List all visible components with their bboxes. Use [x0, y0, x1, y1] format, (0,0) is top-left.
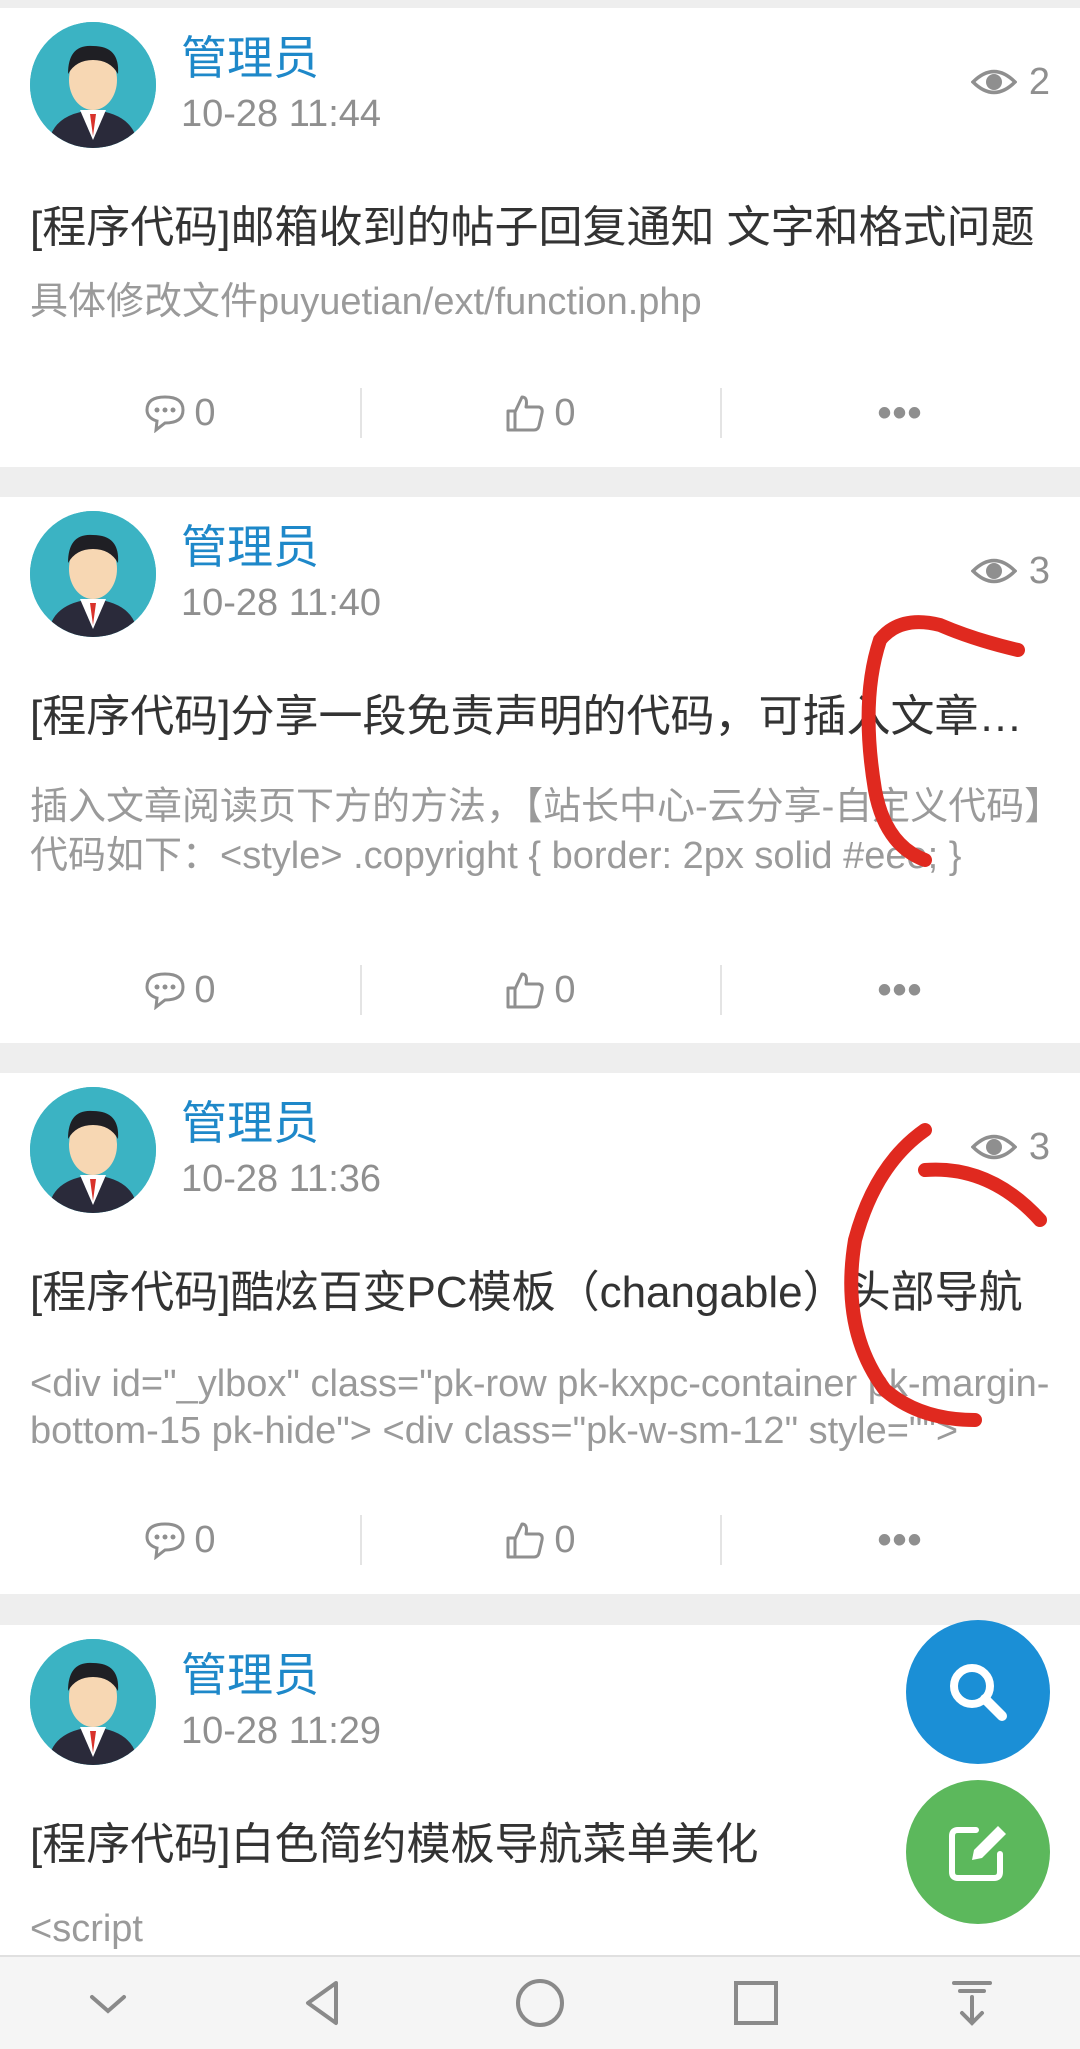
search-icon — [950, 1664, 1007, 1721]
post-excerpt[interactable]: <div id="_ylbox" class="pk-row pk-kxpc-c… — [30, 1361, 1050, 1455]
top-strip — [0, 0, 1080, 8]
back-icon — [306, 1981, 338, 2025]
author-name[interactable]: 管理员 — [181, 1097, 319, 1149]
post-title[interactable]: [程序代码]邮箱收到的帖子回复通知 文字和格式问题 — [30, 200, 1050, 256]
more-icon: ••• — [877, 1517, 923, 1562]
more-icon: ••• — [877, 967, 923, 1012]
post-card[interactable]: 管理员 10-28 11:40 3 [程序代码]分享一段免责声明的代码，可插入文… — [0, 497, 1080, 1043]
like-count: 0 — [554, 968, 576, 1011]
avatar[interactable] — [30, 1639, 156, 1765]
comment-icon — [145, 1522, 185, 1560]
comment-icon — [145, 395, 185, 433]
comment-count: 0 — [194, 968, 216, 1011]
post-actions: 0 0 ••• — [0, 965, 1080, 1015]
like-count: 0 — [554, 391, 576, 434]
new-post-button[interactable] — [906, 1780, 1050, 1924]
view-count: 3 — [970, 1125, 1050, 1169]
post-excerpt[interactable]: 具体修改文件puyuetian/ext/function.php — [30, 278, 1050, 327]
back-button[interactable] — [289, 1968, 359, 2038]
more-button[interactable]: ••• — [720, 1515, 1080, 1565]
like-button[interactable]: 0 — [360, 965, 720, 1015]
chevron-down-icon — [90, 1995, 126, 2014]
author-name[interactable]: 管理员 — [181, 521, 319, 573]
notification-pull-button[interactable] — [937, 1968, 1007, 2038]
comment-button[interactable]: 0 — [0, 1515, 360, 1565]
post-time: 10-28 11:40 — [181, 582, 382, 624]
view-count: 2 — [970, 60, 1050, 104]
avatar-icon — [30, 22, 156, 148]
more-button[interactable]: ••• — [720, 965, 1080, 1015]
home-icon — [516, 1979, 564, 2027]
search-button[interactable] — [906, 1620, 1050, 1764]
post-card[interactable]: 管理员 10-28 11:36 3 [程序代码]酷炫百变PC模板（changab… — [0, 1073, 1080, 1594]
comment-count: 0 — [194, 391, 216, 434]
recents-button[interactable] — [721, 1968, 791, 2038]
thumbs-up-icon — [506, 972, 545, 1009]
like-button[interactable]: 0 — [360, 388, 720, 438]
eye-icon — [970, 69, 1017, 95]
avatar[interactable] — [30, 1087, 156, 1213]
like-count: 0 — [554, 1518, 576, 1561]
avatar-icon — [30, 1087, 156, 1213]
view-count: 3 — [970, 549, 1050, 593]
view-count-value: 3 — [1028, 1126, 1050, 1168]
recents-icon — [734, 1981, 778, 2025]
notification-pull-icon — [952, 1981, 992, 2026]
home-button[interactable] — [505, 1968, 575, 2038]
thumbs-up-icon — [506, 1522, 545, 1559]
comment-button[interactable]: 0 — [0, 965, 360, 1015]
post-actions: 0 0 ••• — [0, 1515, 1080, 1565]
system-nav-bar — [0, 1955, 1080, 2049]
post-time: 10-28 11:29 — [181, 1710, 382, 1752]
eye-icon — [970, 1134, 1017, 1160]
post-title[interactable]: [程序代码]酷炫百变PC模板（changable）头部导航 — [30, 1265, 1050, 1321]
author-name[interactable]: 管理员 — [181, 32, 319, 84]
view-count-value: 2 — [1028, 61, 1050, 103]
more-button[interactable]: ••• — [720, 388, 1080, 438]
like-button[interactable]: 0 — [360, 1515, 720, 1565]
avatar-icon — [30, 511, 156, 637]
hide-nav-button[interactable] — [73, 1968, 143, 2038]
post-actions: 0 0 ••• — [0, 388, 1080, 438]
avatar-icon — [30, 1639, 156, 1765]
more-icon: ••• — [877, 390, 923, 435]
post-title[interactable]: [程序代码]白色简约模板导航菜单美化 — [30, 1817, 1050, 1873]
comment-icon — [145, 972, 185, 1010]
post-card[interactable]: 管理员 10-28 11:44 2 [程序代码]邮箱收到的帖子回复通知 文字和格… — [0, 8, 1080, 467]
comment-button[interactable]: 0 — [0, 388, 360, 438]
thumbs-up-icon — [506, 395, 545, 432]
eye-icon — [970, 558, 1017, 584]
view-count-value: 3 — [1028, 550, 1050, 592]
post-time: 10-28 11:44 — [181, 93, 382, 135]
post-title[interactable]: [程序代码]分享一段免责声明的代码，可插入文章阅读页 — [30, 689, 1050, 745]
post-excerpt[interactable]: <script — [30, 1905, 1050, 1954]
avatar[interactable] — [30, 22, 156, 148]
avatar[interactable] — [30, 511, 156, 637]
author-name[interactable]: 管理员 — [181, 1649, 319, 1701]
post-excerpt[interactable]: 插入文章阅读页下方的方法，【站长中心-云分享-自定义代码】代码如下：<style… — [30, 783, 1050, 881]
post-time: 10-28 11:36 — [181, 1158, 382, 1200]
edit-icon — [949, 1826, 1006, 1881]
comment-count: 0 — [194, 1518, 216, 1561]
